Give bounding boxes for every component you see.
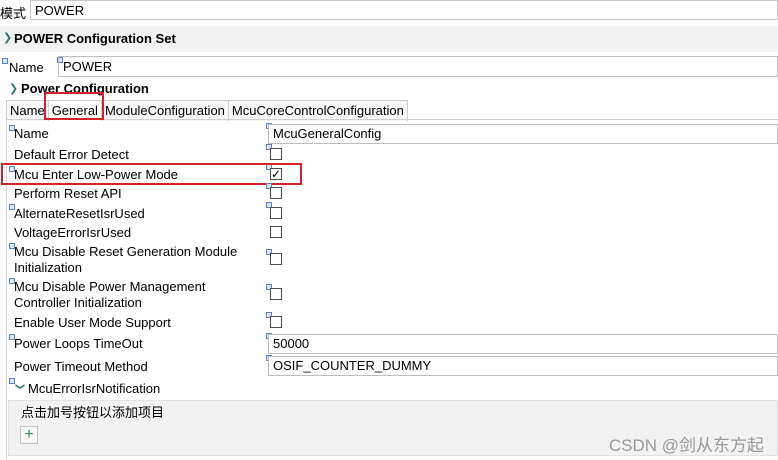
disable-pmc-label: Mcu Disable Power Management Controller … xyxy=(14,279,205,311)
perform-reset-api-label: Perform Reset API xyxy=(14,186,122,201)
chevron-down-icon[interactable]: ❯ xyxy=(14,383,25,391)
disable-reset-gen-label-line1: Mcu Disable Reset Generation Module xyxy=(14,244,238,259)
voltage-error-checkbox[interactable] xyxy=(270,226,282,238)
default-error-detect-checkbox[interactable] xyxy=(270,148,282,160)
watermark: CSDN @剑从东方起 xyxy=(608,436,764,455)
chevron-down-icon[interactable]: ❯ xyxy=(3,31,12,44)
highlight-box-low-power-row xyxy=(1,163,302,185)
power-timeout-method-label: Power Timeout Method xyxy=(14,359,148,374)
name-label: Name xyxy=(9,60,44,75)
highlight-box-general-tab xyxy=(44,92,104,120)
chevron-down-icon[interactable]: ❯ xyxy=(9,82,18,95)
add-item-button[interactable]: + xyxy=(20,426,38,444)
disable-reset-gen-label: Mcu Disable Reset Generation Module Init… xyxy=(14,244,237,276)
plus-icon: + xyxy=(24,426,34,443)
section-title: POWER Configuration Set xyxy=(14,31,176,46)
tab-module-configuration[interactable]: ModuleConfiguration xyxy=(102,101,229,121)
add-item-hint: 点击加号按钮以添加项目 xyxy=(21,405,165,420)
alternate-reset-checkbox[interactable] xyxy=(270,207,282,219)
voltage-error-label: VoltageErrorIsrUsed xyxy=(14,225,132,240)
mode-input[interactable]: POWER xyxy=(30,0,778,20)
tab-mcu-core-control-configuration[interactable]: McuCoreControlConfiguration xyxy=(229,101,407,121)
power-loops-timeout-label: Power Loops TimeOut xyxy=(14,336,143,351)
general-name-input[interactable]: McuGeneralConfig xyxy=(268,124,778,144)
alternate-reset-label: AlternateResetIsrUsed xyxy=(14,206,145,221)
default-error-detect-label: Default Error Detect xyxy=(14,147,129,162)
power-timeout-method-input[interactable]: OSIF_COUNTER_DUMMY xyxy=(268,356,778,376)
name-input[interactable]: POWER xyxy=(58,56,778,77)
tab-name[interactable]: Name xyxy=(7,101,49,121)
disable-pmc-label-line2: Controller Initialization xyxy=(14,295,142,310)
general-name-label: Name xyxy=(14,126,49,141)
disable-reset-gen-label-line2: Initialization xyxy=(14,260,82,275)
mcu-error-isr-label: McuErrorIsrNotification xyxy=(28,381,161,396)
enable-user-mode-label: Enable User Mode Support xyxy=(14,315,171,330)
perform-reset-api-checkbox[interactable] xyxy=(270,187,282,199)
disable-reset-gen-checkbox[interactable] xyxy=(270,253,282,265)
field-marker-icon xyxy=(2,58,8,64)
mode-label: 模式 xyxy=(0,6,27,21)
disable-pmc-checkbox[interactable] xyxy=(270,288,282,300)
disable-pmc-label-line1: Mcu Disable Power Management xyxy=(14,279,206,294)
power-loops-timeout-input[interactable]: 50000 xyxy=(268,334,778,354)
enable-user-mode-checkbox[interactable] xyxy=(270,316,282,328)
